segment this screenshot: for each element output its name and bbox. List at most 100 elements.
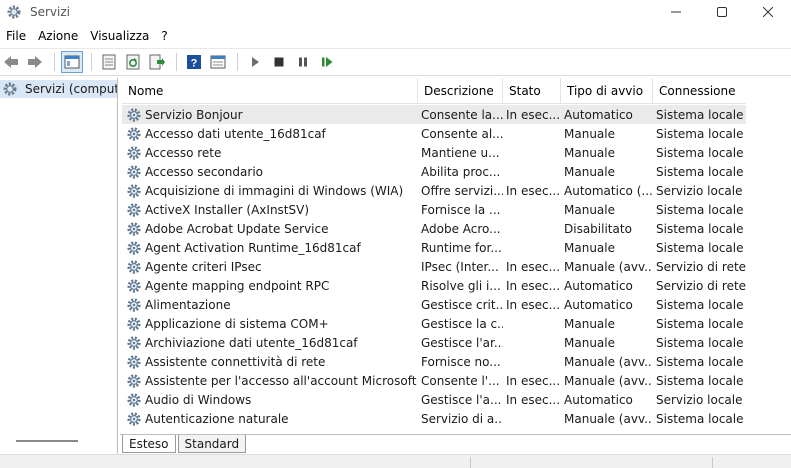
service-logon: Sistema locale [656,354,744,369]
sort-ascending-icon: ^ [265,78,273,85]
toolbar-separator [237,53,238,71]
details-pane-icon [210,55,226,69]
table-row[interactable]: Archiviazione dati utente_16d81caf Gestis… [122,333,791,352]
menu-azione[interactable]: Azione [32,29,84,43]
service-name: Assistente per l'accesso all'account Mic… [145,373,417,388]
menu-file[interactable]: File [0,29,32,43]
table-row[interactable]: Agente criteri IPsec IPsec (Inter... In es… [122,257,791,276]
table-row[interactable]: Accesso rete Mantiene u... Manuale Sistema … [122,143,791,162]
service-name-cell: Agent Activation Runtime_16d81caf [122,238,418,257]
column-header-stato[interactable]: Stato [503,78,561,104]
service-state [503,314,561,333]
service-state [503,333,561,352]
service-name-cell: Accesso dati utente_16d81caf [122,124,418,143]
table-row[interactable]: Agent Activation Runtime_16d81caf Runtime… [122,238,791,257]
gear-icon [127,354,141,369]
services-icon [3,82,17,96]
close-icon [763,7,773,17]
export-list-button[interactable] [146,51,168,73]
refresh-button[interactable] [122,51,144,73]
service-description: Offre servizi... [421,183,503,198]
play-icon [252,57,259,67]
gear-icon [127,221,141,236]
service-logon: Sistema locale [656,240,744,255]
menu-visualizza[interactable]: Visualizza [84,29,155,43]
forward-button[interactable] [24,51,46,73]
back-button[interactable] [0,51,22,73]
menu-help[interactable]: ? [155,29,173,43]
vertical-scrollbar[interactable] [746,78,791,434]
table-row[interactable]: Applicazione di sistema COM+ Gestisce la … [122,314,791,333]
table-row[interactable]: Acquisizione di immagini di Windows (WIA… [122,181,791,200]
table-row[interactable]: Accesso dati utente_16d81caf Consente al.… [122,124,791,143]
refresh-icon [126,54,140,70]
service-startup-type: Automatico [564,297,633,312]
service-name: Agente mapping endpoint RPC [145,278,330,293]
table-row[interactable]: Assistente connettività di rete Fornisce … [122,352,791,371]
stop-service-button[interactable] [268,51,290,73]
column-header-descrizione[interactable]: Descrizione [418,78,503,104]
horizontal-scrollbar[interactable] [16,440,78,442]
console-tree-button[interactable] [61,51,83,73]
tree-item-services[interactable]: Servizi (computer [0,80,117,98]
service-name-cell: Assistente connettività di rete [122,352,418,371]
details-pane-button[interactable] [207,51,229,73]
table-row[interactable]: ActiveX Installer (AxInstSV) Fornisce la … [122,200,791,219]
toolbar: ? [0,48,791,76]
service-name: Accesso secondario [145,164,263,179]
service-name: Applicazione di sistema COM+ [145,316,329,331]
service-logon: Servizio di rete [656,259,747,274]
toolbar-separator [176,53,177,71]
service-logon: Sistema locale [656,126,744,141]
table-row[interactable]: Accesso secondario Abilita proc... Manuale… [122,162,791,181]
services-list: Servizio Bonjour Consente la... In esec...… [122,105,791,428]
tab-esteso[interactable]: Esteso [122,435,176,453]
service-description: Adobe Acro... [421,221,501,236]
table-row[interactable]: Servizio Bonjour Consente la... In esec...… [122,105,791,124]
minimize-icon [671,11,681,13]
start-service-button[interactable] [244,51,266,73]
properties-button[interactable] [98,51,120,73]
column-header-nome[interactable]: ^ Nome [122,78,418,104]
column-header-tipo-avvio[interactable]: Tipo di avvio [561,78,653,104]
service-name-cell: Assistente per l'accesso all'account Mic… [122,371,418,390]
table-row[interactable]: Adobe Acrobat Update Service Adobe Acro..… [122,219,791,238]
service-logon: Sistema locale [653,105,747,124]
service-name: ActiveX Installer (AxInstSV) [145,202,310,217]
close-button[interactable] [745,0,791,24]
column-header-connessione[interactable]: Connessione [653,78,747,104]
gear-icon [127,126,141,141]
service-state [503,238,561,257]
service-name: Accesso dati utente_16d81caf [145,126,326,141]
gear-icon [127,240,141,255]
maximize-button[interactable] [699,0,745,24]
service-startup-type: Automatico [564,392,633,407]
pause-service-button[interactable] [292,51,314,73]
export-list-icon [149,54,165,70]
tab-standard[interactable]: Standard [177,435,247,453]
table-row[interactable]: Assistente per l'accesso all'account Mic… [122,371,791,390]
table-row[interactable]: Audio di Windows Gestisce l'a... In esec..… [122,390,791,409]
restart-service-button[interactable] [316,51,338,73]
toolbar-separator [54,53,55,71]
view-tabs: Esteso Standard [120,434,791,454]
gear-icon [127,411,141,426]
service-state [503,200,561,219]
service-logon: Servizio locale [656,392,743,407]
service-state: In esec... [506,297,561,312]
service-description: Consente la... [418,105,503,124]
table-row[interactable]: Agente mapping endpoint RPC Risolve gli i… [122,276,791,295]
service-name-cell: Alimentazione [122,295,418,314]
minimize-button[interactable] [653,0,699,24]
table-row[interactable]: Alimentazione Gestisce crit... In esec... A… [122,295,791,314]
help-button[interactable]: ? [183,51,205,73]
gear-icon [127,297,141,312]
service-description: Abilita proc... [421,164,501,179]
list-header: ^ Nome Descrizione Stato Tipo di avvio C… [122,78,791,104]
service-description: Consente al... [421,126,503,141]
service-name-cell: Adobe Acrobat Update Service [122,219,418,238]
table-row[interactable]: Autenticazione naturale Servizio di a... M… [122,409,791,428]
column-header-label: Nome [128,84,164,98]
service-name: Alimentazione [145,297,231,312]
gear-icon [127,259,141,274]
